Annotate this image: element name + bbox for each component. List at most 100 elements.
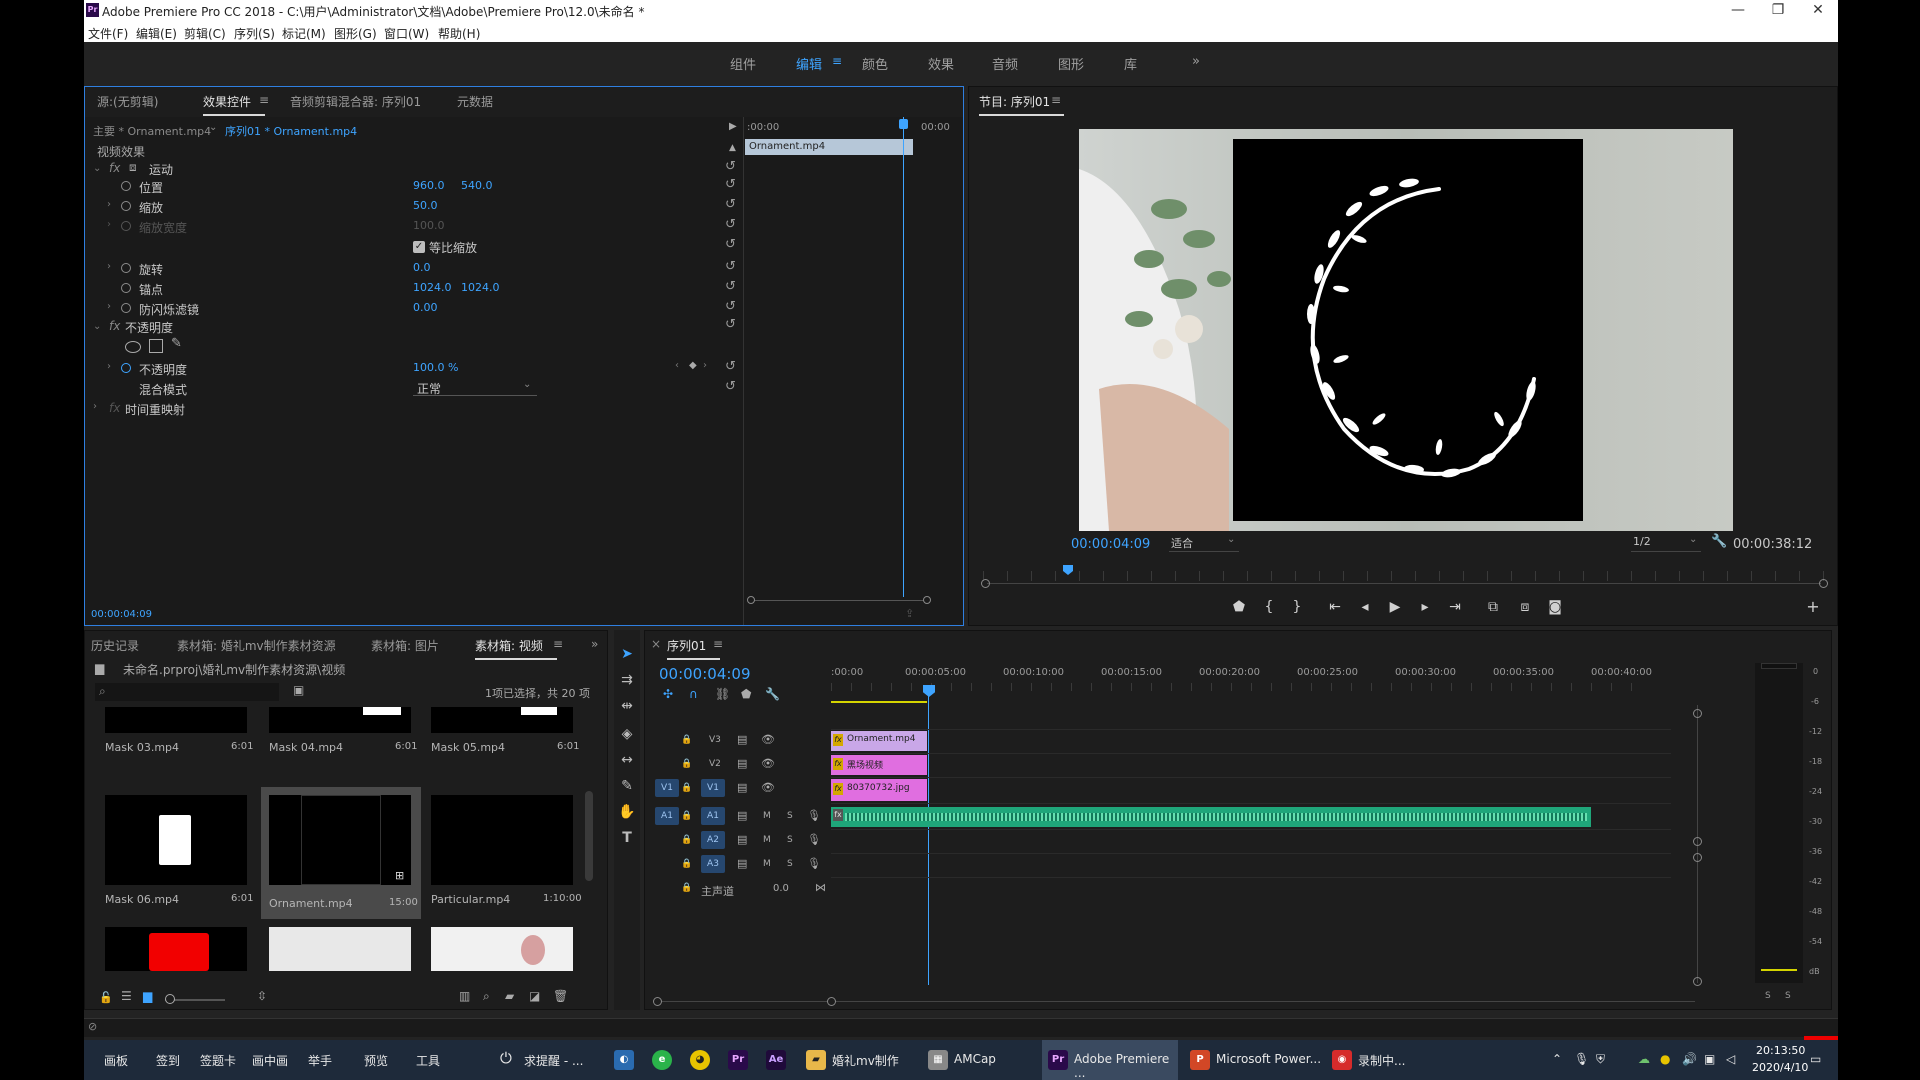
nest-toggle-icon[interactable]: ✣ <box>663 687 673 701</box>
solo-icon[interactable]: S <box>787 859 793 869</box>
camera-icon[interactable]: ◙ <box>1545 599 1565 615</box>
clip-name[interactable]: Mask 06.mp4 <box>105 893 179 906</box>
browser-app-icon[interactable]: e <box>652 1050 672 1070</box>
icon-view-icon[interactable]: ▆ <box>143 989 152 1003</box>
fx-badge-icon[interactable]: fx <box>109 319 120 333</box>
taskbar-tool-tools[interactable]: 工具 <box>416 1052 440 1069</box>
clip-v2-black-video[interactable]: fx 黑场视频 <box>831 755 927 775</box>
scroll-handle-bottom[interactable] <box>1693 977 1702 986</box>
zoom-slider-handle[interactable] <box>165 994 175 1004</box>
lock-icon[interactable]: 🔒 <box>681 759 692 769</box>
rectangle-mask-icon[interactable] <box>149 339 163 353</box>
clip-v3-ornament[interactable]: fx Ornament.mp4 <box>831 731 927 751</box>
play-triangle-icon[interactable]: ▶ <box>729 121 737 132</box>
add-marker-icon[interactable]: ⬟ <box>741 687 751 701</box>
scroll-handle-video-bottom[interactable] <box>1693 837 1702 846</box>
program-zoom-bar[interactable] <box>987 583 1821 584</box>
reset-icon[interactable]: ↺ <box>725 259 736 274</box>
program-video-frame[interactable] <box>1079 129 1733 531</box>
effect-controls-timecode[interactable]: 00:00:04:09 <box>91 609 152 620</box>
chevron-right-icon[interactable]: › <box>93 401 97 412</box>
source-patch-v1[interactable]: V1 <box>655 779 679 797</box>
eye-icon[interactable]: 👁 <box>761 733 775 746</box>
master-volume-value[interactable]: 0.0 <box>773 883 789 894</box>
maximize-icon[interactable]: ❐ <box>1758 0 1798 22</box>
program-zoom-handle-right[interactable] <box>1819 579 1828 588</box>
go-to-in-icon[interactable]: ⇤ <box>1325 599 1345 615</box>
anchor-y-value[interactable]: 1024.0 <box>461 281 500 301</box>
reset-icon[interactable]: ↺ <box>725 379 736 394</box>
clip-name[interactable]: Mask 05.mp4 <box>431 741 505 754</box>
close-icon[interactable]: × <box>651 637 661 651</box>
menu-marker[interactable]: 标记(M) <box>282 25 326 42</box>
solo-icon[interactable]: S <box>787 811 793 821</box>
panel-menu-icon[interactable]: ≡ <box>1051 93 1061 107</box>
tab-bin-images[interactable]: 素材箱: 图片 <box>371 637 439 654</box>
mini-playhead-handle[interactable] <box>899 119 908 129</box>
reset-icon[interactable]: ↺ <box>725 317 736 332</box>
chevron-right-icon[interactable]: › <box>107 199 111 210</box>
source-patch-a1[interactable]: A1 <box>655 807 679 825</box>
mini-playhead[interactable] <box>903 117 904 597</box>
program-timecode[interactable]: 00:00:04:09 <box>1071 537 1150 552</box>
workspace-assembly[interactable]: 组件 <box>730 54 756 73</box>
panel-menu-icon[interactable]: ≡ <box>259 93 269 107</box>
reset-icon[interactable]: ↺ <box>725 159 736 174</box>
uniform-scale-checkbox[interactable]: ✓ <box>413 241 425 253</box>
stopwatch-icon[interactable] <box>121 283 131 293</box>
add-button-icon[interactable]: + <box>1803 597 1823 616</box>
taskbar-app-folder[interactable]: ▰ 婚礼mv制作 <box>800 1040 914 1080</box>
lock-icon[interactable]: 🔒 <box>681 859 692 869</box>
thumbnail-mask04[interactable] <box>269 707 411 733</box>
hand-tool-icon[interactable]: ✋ <box>614 804 640 820</box>
stopwatch-icon[interactable] <box>121 201 131 211</box>
chevron-down-icon[interactable]: ⌄ <box>93 163 101 174</box>
program-monitor-title[interactable]: 节目: 序列01 <box>979 93 1065 116</box>
blend-mode-dropdown[interactable]: 正常 ⌄ <box>413 379 537 396</box>
workspace-graphics[interactable]: 图形 <box>1058 54 1084 73</box>
clip-name[interactable]: Mask 04.mp4 <box>269 741 343 754</box>
sync-lock-icon[interactable]: ▤ <box>737 781 747 794</box>
razor-tool-icon[interactable]: ◈ <box>614 726 640 742</box>
reset-icon[interactable]: ↺ <box>725 217 736 232</box>
tray-volume-icon[interactable]: ◁ <box>1726 1052 1735 1066</box>
scroll-handle-audio-top[interactable] <box>1693 853 1702 862</box>
add-keyframe-icon[interactable]: ◆ <box>689 360 697 371</box>
workspace-color[interactable]: 颜色 <box>862 54 888 73</box>
timeline-settings-icon[interactable]: 🔧 <box>765 687 780 701</box>
lock-icon[interactable]: 🔒 <box>681 735 692 745</box>
timeline-zoom-bar[interactable] <box>655 1001 1695 1002</box>
mute-icon[interactable]: M <box>763 811 771 821</box>
panel-menu-icon[interactable]: ≡ <box>713 637 723 651</box>
power-icon[interactable]: ⏻ <box>500 1049 512 1067</box>
menu-graphics[interactable]: 图形(G) <box>334 25 377 42</box>
chevron-right-icon[interactable]: › <box>107 301 111 312</box>
menu-help[interactable]: 帮助(H) <box>438 25 480 42</box>
meter-solo-right[interactable]: S <box>1785 991 1791 1001</box>
thumbnail-flower[interactable] <box>431 927 573 971</box>
chevron-right-icon[interactable]: › <box>107 219 111 230</box>
mini-zoom-bar[interactable] <box>751 600 927 601</box>
taskbar-wake-reminder[interactable]: 求提醒 - ... <box>524 1052 583 1069</box>
lock-icon[interactable]: 🔒 <box>681 835 692 845</box>
track-select-tool-icon[interactable]: ⇉ <box>614 672 640 688</box>
mark-out-icon[interactable]: } <box>1287 599 1307 615</box>
menu-clip[interactable]: 剪辑(C) <box>184 25 226 42</box>
scale-value[interactable]: 50.0 <box>413 199 438 219</box>
lock-icon[interactable]: 🔒 <box>681 883 692 893</box>
step-forward-icon[interactable]: ▸ <box>1415 599 1435 615</box>
paint-app-icon[interactable]: ◐ <box>614 1050 634 1070</box>
opacity-value[interactable]: 100.0 % <box>413 361 458 381</box>
sort-icon[interactable]: ⇳ <box>257 989 267 1003</box>
mark-in-icon[interactable]: { <box>1259 599 1279 615</box>
thumbnail-mask06[interactable] <box>105 795 247 885</box>
thumbnail-mask03[interactable] <box>105 707 247 733</box>
mute-icon[interactable]: M <box>763 859 771 869</box>
timeline-timecode[interactable]: 00:00:04:09 <box>659 665 751 683</box>
taskbar-tool-whiteboard[interactable]: 画板 <box>104 1052 128 1069</box>
thumbnail-red[interactable] <box>105 927 247 971</box>
tab-bin-videos[interactable]: 素材箱: 视频 <box>475 637 557 660</box>
snap-icon[interactable]: ∩ <box>689 687 698 701</box>
timeline-zoom-handle-right[interactable] <box>827 997 836 1006</box>
tray-wechat-icon[interactable]: ☁ <box>1638 1052 1650 1066</box>
